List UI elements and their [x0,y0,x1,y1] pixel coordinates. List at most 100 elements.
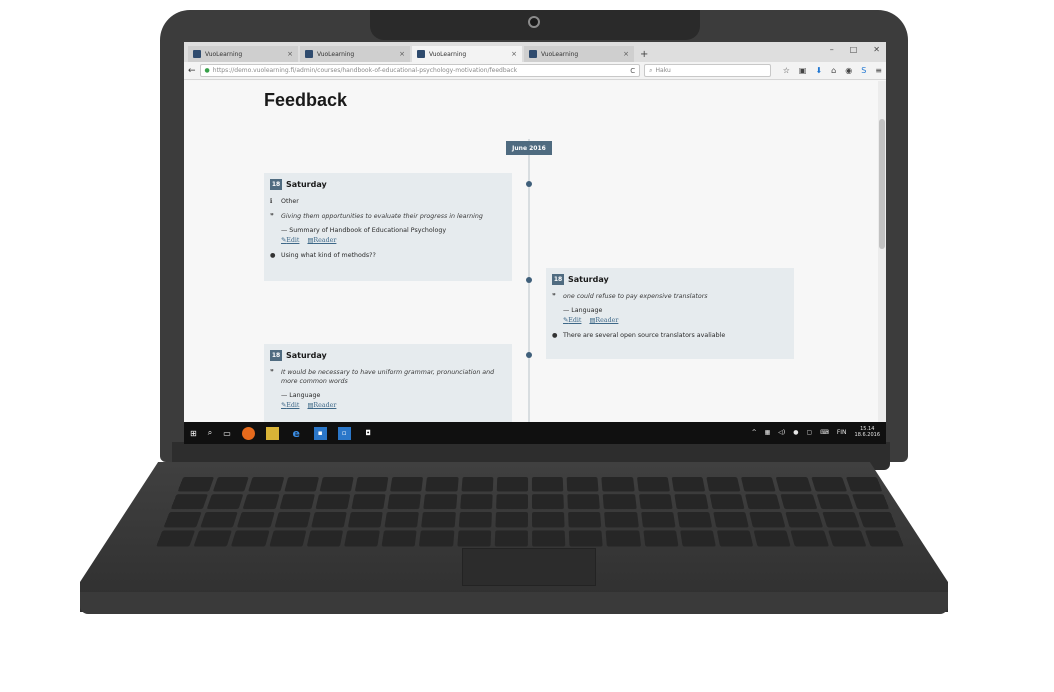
reader-link[interactable]: ▤Reader [307,237,336,244]
keyboard-key [387,494,422,510]
keyboard-key [458,511,492,528]
edge-icon[interactable]: e [290,427,303,440]
keyboard-key [425,477,459,492]
keyboard-key [242,494,280,510]
clock[interactable]: 15.14 18.6.2016 [855,426,880,438]
quote-source: — Language [563,307,603,314]
back-button[interactable]: ← [188,66,196,76]
close-tab-icon[interactable]: × [511,50,517,58]
keyboard-key [568,530,604,547]
keyboard-key [177,477,215,492]
page-content: Feedback June 2016 18 Saturday ℹ Other ❞… [184,81,886,424]
keyboard-key [163,511,202,528]
firefox-icon[interactable] [241,426,255,440]
reader-link[interactable]: ▤Reader [589,317,618,324]
network-icon[interactable]: ▦ [765,429,771,436]
maximize-button[interactable]: □ [850,45,858,54]
webcam [528,16,540,28]
edit-link[interactable]: ✎Edit [563,317,581,324]
windows-start-icon[interactable]: ⊞ [190,429,197,438]
remote-desktop-icon[interactable]: ▫ [337,426,351,440]
edit-link[interactable]: ✎Edit [281,237,299,244]
system-tray: ^ ▦ ◁) ● ▢ ⌨ FIN 15.14 18.6.2016 [752,426,880,438]
notification-icon[interactable]: ▢ [806,429,812,436]
keyboard-key [344,530,381,547]
keyboard-key [785,511,823,528]
navigation-bar: ← ● https://demo.vuolearning.fi/admin/co… [184,62,886,80]
keyboard-key [716,530,754,547]
search-input[interactable]: ⌕ Haku [644,64,771,77]
reader-link[interactable]: ▤Reader [307,402,336,409]
feedback-card: 18 Saturday ❞ one could refuse to pay ex… [546,268,794,359]
tab-label: VuoLearning [429,50,467,58]
keyboard-key [741,477,777,492]
keyboard-key [495,511,528,528]
feedback-card: 18 Saturday ℹ Other ❞ Giving them opport… [264,173,512,281]
browser-tab[interactable]: VuoLearning × [300,46,410,62]
quote-icon: ❞ [270,213,274,220]
keyboard-key [790,530,829,547]
new-tab-button[interactable]: + [640,49,648,60]
close-tab-icon[interactable]: × [623,50,629,58]
day-badge: 18 [270,179,282,190]
status-icon[interactable]: ● [793,429,798,436]
keyboard-key [642,530,679,547]
vertical-scrollbar[interactable] [878,81,886,422]
edit-link[interactable]: ✎Edit [281,402,299,409]
task-view-icon[interactable]: ▭ [223,429,231,438]
file-explorer-icon[interactable] [265,426,279,440]
keyboard-key [753,530,792,547]
chevron-up-icon[interactable]: ^ [752,429,757,436]
search-icon: ⌕ [649,66,653,74]
keyboard-key [601,477,635,492]
close-tab-icon[interactable]: × [399,50,405,58]
close-tab-icon[interactable]: × [287,50,293,58]
keyboard-key [821,511,860,528]
quote-text: Giving them opportunities to evaluate th… [281,213,483,220]
quote-text: one could refuse to pay expensive transl… [563,293,708,300]
browser-tab-active[interactable]: VuoLearning × [412,46,522,62]
volume-icon[interactable]: ◁) [778,429,785,436]
keyboard-key [780,494,818,510]
keyboard-key [274,511,311,528]
search-icon[interactable]: ⌕ [208,428,212,438]
shopping-bag-icon[interactable]: ◘ [362,427,375,440]
keyboard-key [531,494,565,510]
home-icon[interactable]: ⌂ [831,66,836,75]
skype-icon[interactable]: S [861,66,866,75]
info-icon: ℹ [270,198,273,205]
window-controls: – □ ✕ [830,45,880,54]
edit-label: Edit [286,402,300,409]
keyboard-key [351,494,386,510]
keyboard-key [858,511,897,528]
close-window-button[interactable]: ✕ [873,45,880,54]
store-icon[interactable]: ▪ [313,426,327,440]
download-icon[interactable]: ⬇ [815,66,822,75]
address-bar[interactable]: ● https://demo.vuolearning.fi/admin/cour… [199,64,641,77]
keyboard-key [676,511,713,528]
browser-tab[interactable]: VuoLearning × [524,46,634,62]
keyboard-key [496,477,529,492]
feedback-card: 18 Saturday ❞ It would be necessary to h… [264,344,512,424]
keyboard-key [745,494,781,510]
language-indicator[interactable]: FIN [837,429,847,436]
extension-icon[interactable]: ◉ [845,66,852,75]
keyboard-key [568,511,602,528]
keyboard-key [268,530,307,547]
minimize-button[interactable]: – [830,45,834,54]
keyboard-key [749,511,786,528]
keyboard-key [845,477,883,492]
comment-icon: ● [552,332,558,339]
clipboard-icon[interactable]: ▣ [799,66,807,75]
menu-icon[interactable]: ≡ [875,66,882,75]
weekday: Saturday [286,351,327,360]
keyboard-key [605,530,641,547]
keyboard-key [495,494,529,510]
reload-button[interactable]: C [630,67,635,75]
weekday: Saturday [286,180,327,189]
scrollbar-thumb[interactable] [879,119,885,249]
star-icon[interactable]: ☆ [783,66,790,75]
keyboard-key [671,477,706,492]
keyboard-icon[interactable]: ⌨ [820,429,829,436]
browser-tab[interactable]: VuoLearning × [188,46,298,62]
